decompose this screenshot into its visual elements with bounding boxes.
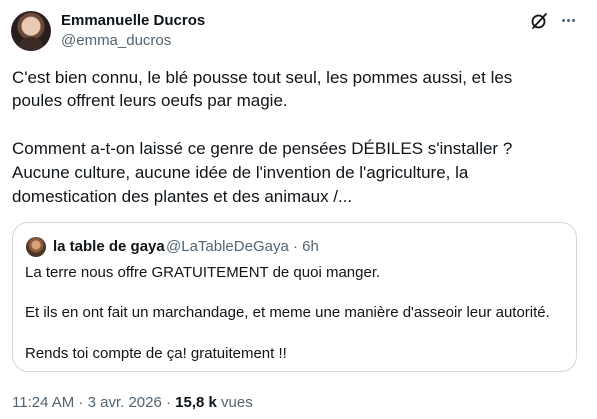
- quoted-text-line: Et ils en ont fait un marchandage, et me…: [25, 304, 550, 321]
- quoted-avatar: [26, 237, 46, 257]
- views-label: vues: [216, 394, 253, 411]
- tweet-text-line: poules offrent leurs oeufs par magie.: [12, 91, 288, 110]
- more-dot: [566, 18, 570, 22]
- author-name[interactable]: Emmanuelle Ducros: [61, 12, 205, 29]
- quoted-author-name: la table de gaya: [53, 238, 165, 255]
- tweet-timestamp: 11:24 AM · 3 avr. 2026 · 15,8 k vues: [12, 394, 253, 411]
- quoted-text-line: La terre nous offre GRATUITEMENT de quoi…: [25, 264, 381, 281]
- more-icon[interactable]: [557, 9, 579, 31]
- more-dot: [561, 18, 565, 22]
- grok-icon[interactable]: [530, 12, 548, 30]
- author-handle[interactable]: @emma_ducros: [61, 32, 171, 49]
- more-dot: [571, 18, 575, 22]
- tweet-text-line: domestication des plantes et des animaux…: [12, 187, 353, 206]
- views-count: 15,8 k: [175, 394, 217, 411]
- tweet-text-line: Comment a-t-on laissé ce genre de pensée…: [12, 139, 513, 158]
- quoted-tweet[interactable]: la table de gaya @LaTableDeGaya · 6h La …: [12, 222, 577, 372]
- timestamp-date[interactable]: 11:24 AM · 3 avr. 2026 ·: [12, 394, 175, 411]
- tweet-text-line: C'est bien connu, le blé pousse tout seu…: [12, 68, 513, 87]
- avatar[interactable]: [11, 11, 51, 51]
- tweet-text-line: Aucune culture, aucune idée de l'inventi…: [12, 163, 469, 182]
- tweet: Emmanuelle Ducros @emma_ducros C'est bie…: [0, 0, 597, 419]
- quoted-text-line: Rends toi compte de ça! gratuitement !!: [25, 345, 287, 362]
- quoted-author-meta: @LaTableDeGaya · 6h: [166, 238, 319, 255]
- grok-icon-svg: [531, 13, 547, 29]
